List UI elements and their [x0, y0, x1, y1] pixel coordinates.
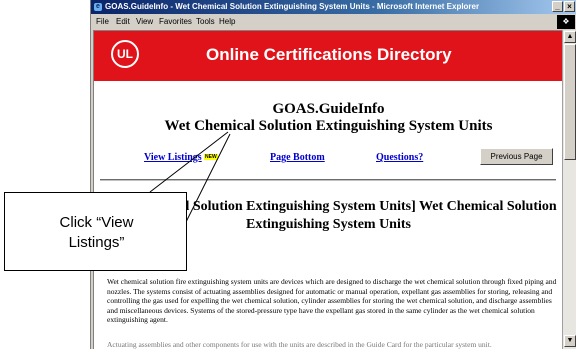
page-content: UL Online Certifications Directory GOAS.… — [93, 30, 564, 349]
page-bottom-link[interactable]: Page Bottom — [270, 152, 325, 163]
questions-link[interactable]: Questions? — [376, 152, 423, 163]
title-bar: e GOAS.GuideInfo - Wet Chemical Solution… — [91, 0, 576, 14]
instruction-callout: Click “View Listings” — [4, 192, 187, 271]
windows-logo-icon: ❖ — [557, 15, 575, 29]
scroll-down-icon[interactable]: ▼ — [564, 335, 576, 347]
scroll-thumb[interactable] — [564, 44, 576, 160]
browser-window: e GOAS.GuideInfo - Wet Chemical Solution… — [90, 0, 576, 349]
callout-text-line2: Listings” — [68, 234, 125, 251]
page-subtitle: Wet Chemical Solution Extinguishing Syst… — [164, 118, 493, 134]
scroll-up-icon[interactable]: ▲ — [564, 31, 576, 43]
ul-logo: UL — [111, 40, 139, 68]
menu-help[interactable]: Help — [219, 17, 235, 26]
page-title: GOAS.GuideInfo — [272, 101, 385, 117]
window-title: GOAS.GuideInfo - Wet Chemical Solution E… — [105, 2, 480, 11]
menu-tools[interactable]: Tools — [196, 17, 215, 26]
menu-favorites[interactable]: Favorites — [159, 17, 192, 26]
callout-text: Click “View Listings” — [5, 213, 188, 253]
previous-page-button[interactable]: Previous Page — [480, 148, 553, 165]
menu-edit[interactable]: Edit — [116, 17, 130, 26]
vertical-scrollbar[interactable]: ▲ ▼ — [562, 30, 576, 349]
description-paragraph: Wet chemical solution fire extinguishing… — [107, 277, 557, 325]
close-button[interactable]: × — [564, 1, 575, 12]
divider — [100, 179, 556, 181]
callout-text-line1: Click “View — [59, 214, 134, 231]
description-paragraph-2: Actuating assemblies and other component… — [107, 340, 492, 349]
menu-file[interactable]: File — [96, 17, 109, 26]
banner-title: Online Certifications Directory — [206, 45, 452, 64]
header-banner: UL Online Certifications Directory — [94, 31, 563, 81]
internet-explorer-icon: e — [94, 3, 102, 11]
menu-view[interactable]: View — [136, 17, 153, 26]
new-badge: NEW — [204, 154, 218, 160]
view-listings-link[interactable]: View Listings — [144, 152, 202, 163]
minimize-button[interactable]: _ — [552, 1, 563, 12]
menu-bar: File Edit View Favorites Tools Help — [91, 15, 576, 29]
